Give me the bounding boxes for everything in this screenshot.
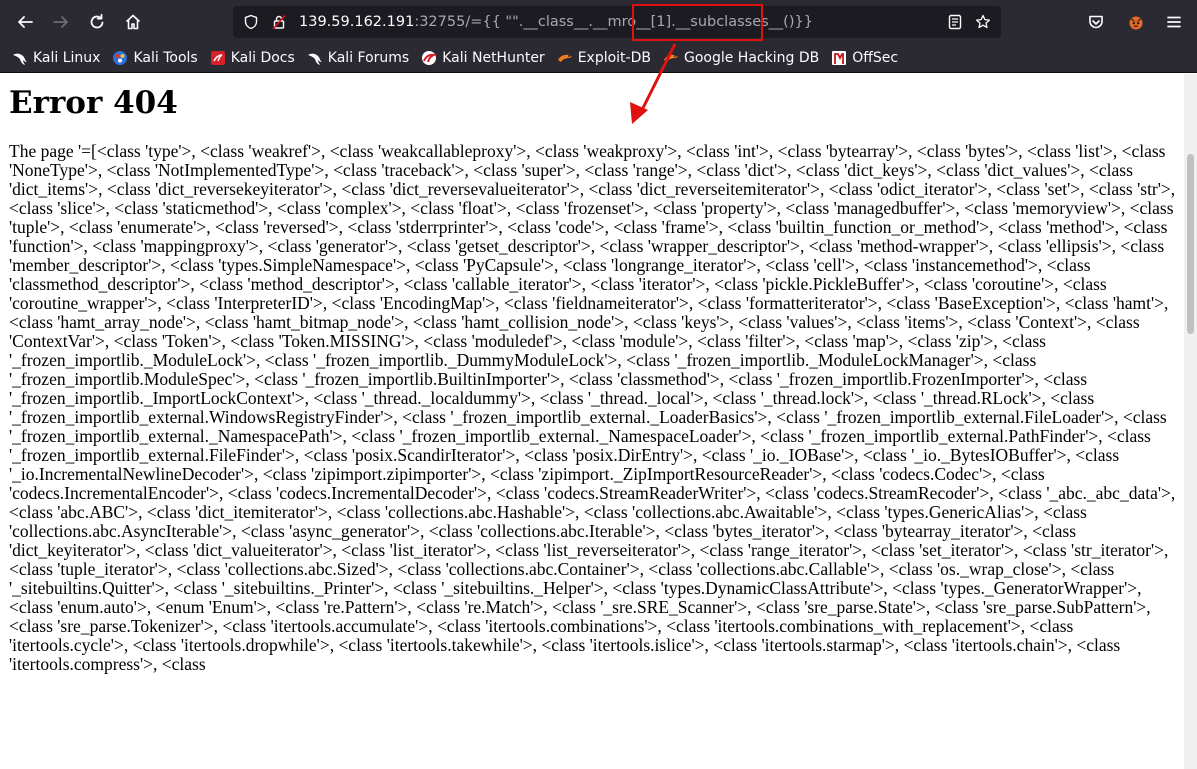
arrow-left-icon bbox=[18, 16, 33, 28]
forward-button[interactable] bbox=[44, 5, 78, 39]
page-title: Error 404 bbox=[9, 85, 178, 121]
kali-tools-icon bbox=[112, 50, 128, 66]
offsec-icon bbox=[831, 50, 847, 66]
bookmark-label: OffSec bbox=[852, 50, 899, 66]
bookmark-label: Kali Tools bbox=[133, 50, 198, 66]
reload-button[interactable] bbox=[80, 5, 114, 39]
bookmark-label: Kali Linux bbox=[33, 50, 101, 66]
kali-dragon-icon bbox=[12, 50, 28, 66]
ghdb-icon bbox=[663, 50, 679, 66]
back-button[interactable] bbox=[8, 5, 42, 39]
extension-icon bbox=[1129, 16, 1143, 30]
home-icon bbox=[125, 14, 141, 30]
page-info-icon[interactable] bbox=[265, 8, 293, 36]
bookmark-label: Exploit-DB bbox=[577, 50, 651, 66]
kali-dragon-icon bbox=[307, 50, 323, 66]
bookmark-kali-nethunter[interactable]: Kali NetHunter bbox=[421, 50, 545, 66]
url-host: 139.59.162.191 bbox=[299, 14, 415, 30]
address-bar[interactable]: 139.59.162.191:32755/={{ "".__class__.__… bbox=[233, 6, 1001, 38]
bookmark-kali-linux[interactable]: Kali Linux bbox=[12, 50, 100, 66]
pocket-button[interactable] bbox=[1079, 5, 1113, 39]
browser-toolbar: 139.59.162.191:32755/={{ "".__class__.__… bbox=[0, 0, 1197, 44]
bookmark-kali-docs[interactable]: Kali Docs bbox=[210, 50, 295, 66]
bookmarks-toolbar: Kali Linux Kali Tools Kali Docs Kali For… bbox=[0, 44, 1197, 73]
bookmark-label: Google Hacking DB bbox=[683, 50, 820, 66]
bookmark-google-hacking-db[interactable]: Google Hacking DB bbox=[663, 50, 819, 66]
bookmark-label: Kali Docs bbox=[230, 50, 295, 66]
exploit-db-icon bbox=[557, 50, 573, 66]
bookmark-label: Kali Forums bbox=[327, 50, 410, 66]
reader-view-icon[interactable] bbox=[941, 8, 969, 36]
url-text[interactable]: 139.59.162.191:32755/={{ "".__class__.__… bbox=[299, 14, 941, 30]
bookmark-kali-tools[interactable]: Kali Tools bbox=[112, 50, 198, 66]
home-button[interactable] bbox=[116, 5, 150, 39]
url-path: :32755/={{ "".__class__.__mro__[1].__sub… bbox=[414, 14, 813, 30]
reload-icon bbox=[90, 13, 104, 29]
bookmark-offsec[interactable]: OffSec bbox=[831, 50, 898, 66]
bookmark-kali-forums[interactable]: Kali Forums bbox=[307, 50, 409, 66]
extension-button[interactable] bbox=[1119, 5, 1153, 39]
arrow-right-icon bbox=[53, 16, 68, 28]
vertical-scrollbar[interactable] bbox=[1184, 74, 1197, 769]
bookmark-star-icon[interactable] bbox=[969, 8, 997, 36]
bookmark-exploit-db[interactable]: Exploit-DB bbox=[557, 50, 651, 66]
nethunter-icon bbox=[421, 50, 438, 66]
page-content: Error 404 The page '=[<class 'type'>, <c… bbox=[0, 74, 1184, 769]
bookmark-label: Kali NetHunter bbox=[442, 50, 545, 66]
menu-button[interactable] bbox=[1157, 5, 1191, 39]
error-body-text: The page '=[<class 'type'>, <class 'weak… bbox=[9, 141, 1176, 674]
hamburger-menu-icon bbox=[1167, 16, 1181, 28]
scrollbar-thumb[interactable] bbox=[1187, 154, 1194, 334]
kali-docs-icon bbox=[210, 50, 226, 66]
tracking-protection-shield-icon[interactable] bbox=[237, 8, 265, 36]
pocket-icon bbox=[1089, 15, 1103, 29]
